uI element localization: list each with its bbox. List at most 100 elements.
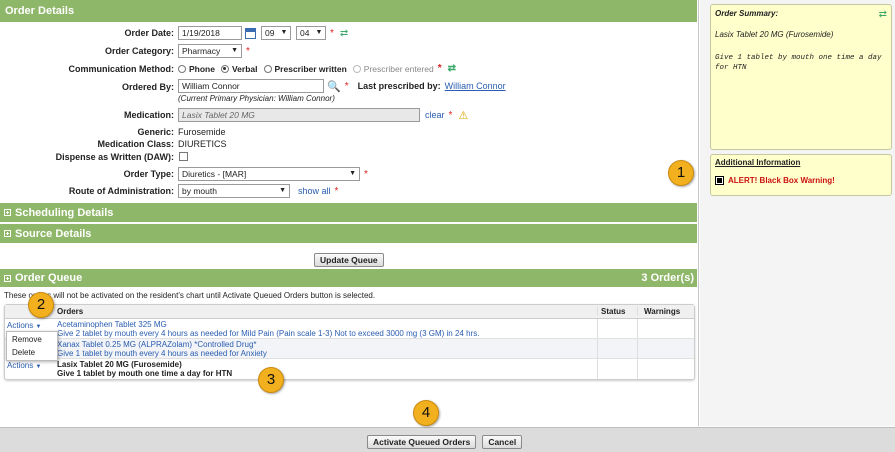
communication-method-label: Communication Method:	[68, 64, 175, 74]
actions-label: Actions	[7, 321, 34, 330]
summary-instructions: Give 1 tablet by mouth one time a day fo…	[715, 54, 882, 72]
order-category-value: Pharmacy	[182, 46, 221, 56]
order-queue-table: Orders Status Warnings Actions ▼ Acetami…	[4, 304, 695, 380]
callout-badge-4: 4	[413, 400, 439, 426]
required-mark: *	[246, 45, 250, 57]
route-label: Route of Administration:	[68, 186, 174, 196]
additional-info-title: Additional Information	[715, 158, 801, 167]
delete-menu-item[interactable]: Delete	[7, 346, 57, 359]
actions-dropdown[interactable]: Actions ▼	[7, 321, 41, 330]
chevron-down-icon: ▼	[279, 187, 286, 194]
actions-dropdown[interactable]: Actions ▼	[7, 361, 41, 370]
additional-info-box: Additional Information ALERT! Black Box …	[710, 154, 892, 196]
table-row: Actions ▼ Acetaminophen Tablet 325 MG Gi…	[5, 319, 694, 339]
actions-menu: Remove Delete	[6, 331, 58, 361]
table-row: Actions ▼ Lasix Tablet 20 MG (Furosemide…	[5, 359, 694, 379]
ordered-by-input[interactable]: William Connor	[178, 79, 324, 93]
order-name[interactable]: Lasix Tablet 20 MG (Furosemide)	[57, 360, 597, 369]
expand-icon[interactable]	[4, 209, 11, 216]
update-queue-button[interactable]: Update Queue	[314, 253, 384, 267]
cancel-button[interactable]: Cancel	[482, 435, 523, 449]
required-mark: *	[437, 63, 442, 74]
radio-prescriber-entered[interactable]	[352, 64, 361, 73]
radio-verbal[interactable]	[220, 64, 229, 73]
footer-bar: Activate Queued Orders Cancel	[0, 427, 895, 452]
source-details-title: Source Details	[15, 227, 92, 240]
daw-checkbox[interactable]	[179, 152, 188, 161]
chevron-down-icon: ▼	[315, 29, 323, 36]
order-type-label: Order Type:	[123, 169, 174, 179]
source-details-header[interactable]: Source Details	[0, 224, 697, 243]
black-box-alert[interactable]: ALERT! Black Box Warning!	[728, 176, 835, 185]
required-mark: *	[448, 109, 453, 121]
status-column-header: Status	[597, 307, 637, 316]
generic-value: Furosemide	[178, 127, 226, 137]
minute-select[interactable]: 04 ▼	[296, 26, 326, 40]
actions-label: Actions	[7, 361, 34, 370]
scheduling-details-title: Scheduling Details	[15, 206, 114, 219]
order-queue-header: Order Queue 3 Order(s)	[0, 269, 697, 287]
warnings-column-header: Warnings	[637, 307, 694, 316]
radio-verbal-label: Verbal	[231, 63, 258, 74]
activate-queued-orders-button[interactable]: Activate Queued Orders	[367, 435, 477, 449]
route-select[interactable]: by mouth ▼	[178, 184, 290, 198]
side-panel: Order Summary: ⇄ Lasix Tablet 20 MG (Fur…	[700, 0, 895, 426]
required-mark: *	[344, 80, 349, 92]
show-all-link[interactable]: show all	[298, 186, 331, 196]
required-mark: *	[364, 168, 368, 180]
black-box-icon	[715, 176, 724, 185]
clear-link[interactable]: clear	[425, 110, 445, 120]
search-icon[interactable]: 🔍	[327, 80, 341, 93]
route-value: by mouth	[182, 186, 217, 196]
order-detail[interactable]: Give 1 tablet by mouth one time a day fo…	[57, 369, 597, 378]
current-physician-note: (Current Primary Physician: William Conn…	[178, 94, 335, 103]
order-summary-title: Order Summary:	[715, 9, 779, 18]
order-summary-box: Order Summary: ⇄ Lasix Tablet 20 MG (Fur…	[710, 4, 892, 150]
order-category-label: Order Category:	[104, 46, 174, 56]
callout-badge-1: 1	[668, 160, 694, 186]
order-date-input[interactable]: 1/19/2018	[178, 26, 242, 40]
order-type-select[interactable]: Diuretics - [MAR] ▼	[178, 167, 360, 181]
collapse-icon[interactable]	[4, 274, 11, 282]
order-details-header: Order Details	[0, 0, 697, 22]
swap-arrows-icon[interactable]: ⇄	[879, 9, 887, 20]
radio-phone-label: Phone	[189, 63, 215, 74]
radio-phone[interactable]	[178, 64, 186, 73]
medication-input[interactable]: Lasix Tablet 20 MG	[178, 108, 420, 122]
chevron-down-icon: ▼	[280, 29, 288, 36]
swap-arrows-icon[interactable]: ⇄	[448, 63, 456, 74]
daw-label: Dispense as Written (DAW):	[55, 152, 174, 162]
medication-class-value: DIURETICS	[178, 139, 227, 149]
radio-prescriber-written[interactable]	[263, 64, 272, 73]
order-detail[interactable]: Give 1 tablet by mouth every 4 hours as …	[57, 349, 597, 358]
callout-badge-3: 3	[258, 367, 284, 393]
callout-badge-2: 2	[28, 292, 54, 318]
radio-prescriber-written-label: Prescriber written	[274, 63, 347, 74]
order-detail[interactable]: Give 2 tablet by mouth every 4 hours as …	[57, 329, 597, 338]
order-name[interactable]: Xanax Tablet 0.25 MG (ALPRAZolam) *Contr…	[57, 340, 597, 349]
radio-prescriber-entered-label: Prescriber entered	[363, 63, 434, 74]
table-row: Xanax Tablet 0.25 MG (ALPRAZolam) *Contr…	[5, 339, 694, 359]
scheduling-details-header[interactable]: Scheduling Details	[0, 203, 697, 222]
order-category-select[interactable]: Pharmacy ▼	[178, 44, 242, 58]
hour-value: 09	[265, 28, 275, 38]
medication-class-label: Medication Class:	[97, 139, 174, 149]
chevron-down-icon: ▼	[349, 170, 356, 177]
order-queue-title: Order Queue	[15, 272, 83, 284]
summary-medication: Lasix Tablet 20 MG (Furosemide)	[715, 30, 834, 39]
swap-arrows-icon[interactable]: ⇄	[340, 28, 348, 39]
order-type-value: Diuretics - [MAR]	[182, 169, 247, 179]
hour-select[interactable]: 09 ▼	[261, 26, 291, 40]
required-mark: *	[334, 185, 339, 197]
minute-value: 04	[300, 28, 310, 38]
table-header: Orders Status Warnings	[5, 305, 694, 319]
order-name[interactable]: Acetaminophen Tablet 325 MG	[57, 320, 597, 329]
order-queue-count: 3 Order(s)	[641, 272, 694, 284]
generic-label: Generic:	[137, 127, 174, 137]
orders-column-header: Orders	[57, 307, 84, 316]
remove-menu-item[interactable]: Remove	[7, 333, 57, 346]
expand-icon[interactable]	[4, 230, 11, 237]
last-prescribed-link[interactable]: William Connor	[445, 81, 506, 91]
medication-label: Medication:	[123, 110, 174, 120]
calendar-icon[interactable]	[245, 27, 256, 39]
